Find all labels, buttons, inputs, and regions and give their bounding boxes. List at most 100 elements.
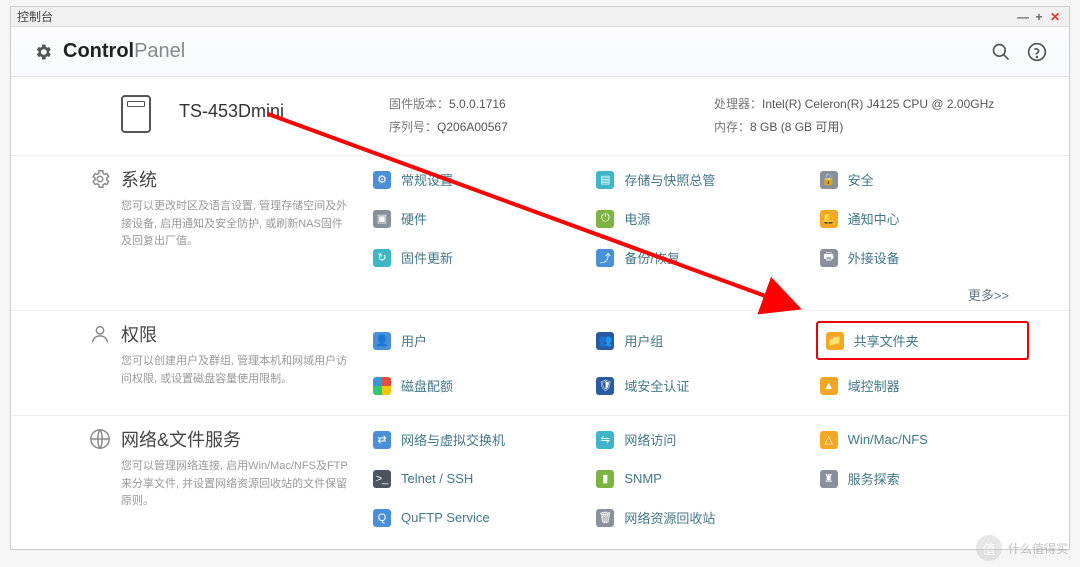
grid-item[interactable]: ⏻ 电源: [592, 205, 805, 232]
item-label: 用户: [401, 331, 427, 350]
grid-item[interactable]: ▲ 域控制器: [816, 372, 1029, 399]
mem-value: 8 GB (8 GB 可用): [750, 120, 843, 134]
grid-item[interactable]: ⤴ 备份/恢复: [592, 244, 805, 271]
item-icon: 👤: [373, 332, 391, 350]
item-label: 硬件: [401, 209, 427, 228]
grid-item[interactable]: ♜ 服务探索: [816, 465, 1029, 492]
search-icon[interactable]: [991, 42, 1011, 62]
grid-item[interactable]: 🖶外接设备: [816, 244, 1029, 271]
section-desc: 您可以管理网络连接, 启用Win/Mac/NFS及FTP来分享文件, 并设置网络…: [121, 458, 349, 511]
item-icon: [373, 377, 391, 395]
item-label: 磁盘配额: [401, 376, 453, 395]
item-label: 存储与快照总管: [624, 170, 715, 189]
item-icon: 🔒: [820, 171, 838, 189]
item-icon: ⇄: [373, 431, 391, 449]
item-icon: ⏻: [596, 210, 614, 228]
grid-item[interactable]: ⚙常规设置: [369, 166, 582, 193]
user-icon: [89, 323, 111, 345]
maximize-button[interactable]: +: [1031, 10, 1047, 24]
item-icon: >_: [373, 470, 391, 488]
section-desc: 您可以更改时区及语言设置, 管理存储空间及外接设备, 启用通知及安全防护, 或刷…: [121, 198, 349, 251]
item-label: QuFTP Service: [401, 510, 490, 525]
item-label: 域安全认证: [624, 376, 689, 395]
item-label: 服务探索: [848, 469, 900, 488]
content-area: TS-453Dmini 固件版本：5.0.0.1716 处理器：Intel(R)…: [11, 77, 1069, 549]
globe-icon: [89, 428, 111, 450]
sn-value: Q206A00567: [437, 120, 508, 134]
item-label: 网络资源回收站: [624, 508, 715, 527]
grid-item[interactable]: >_ Telnet / SSH: [369, 465, 582, 492]
window-title: 控制台: [17, 8, 53, 25]
item-icon: ⤴: [596, 249, 614, 267]
close-button[interactable]: ✕: [1047, 10, 1063, 24]
item-icon: ⇋: [596, 431, 614, 449]
item-icon: ▣: [373, 210, 391, 228]
watermark-badge-icon: 值: [976, 535, 1002, 561]
mem-label: 内存：: [714, 120, 750, 134]
section-system: 系统 您可以更改时区及语言设置, 管理存储空间及外接设备, 启用通知及安全防护,…: [11, 155, 1069, 281]
item-label: 通知中心: [848, 209, 900, 228]
item-label: 域控制器: [848, 376, 900, 395]
item-icon: 📁: [826, 332, 844, 350]
item-icon: ↻: [373, 249, 391, 267]
fw-label: 固件版本：: [389, 97, 449, 111]
section-title: 权限: [121, 321, 157, 347]
item-label: Telnet / SSH: [401, 471, 473, 486]
cpu-value: Intel(R) Celeron(R) J4125 CPU @ 2.00GHz: [762, 97, 994, 111]
grid-item[interactable]: Q QuFTP Service: [369, 504, 582, 531]
gear-icon: [33, 42, 53, 62]
grid-item[interactable]: ▣ 硬件: [369, 205, 582, 232]
item-label: 安全: [848, 170, 874, 189]
item-label: SNMP: [624, 471, 662, 486]
help-icon[interactable]: [1027, 42, 1047, 62]
item-label: 网络与虚拟交换机: [401, 430, 505, 449]
sn-label: 序列号：: [389, 120, 437, 134]
grid-item[interactable]: 🛡 域安全认证: [592, 372, 805, 399]
grid-item[interactable]: 🔔 通知中心: [816, 205, 1029, 232]
section-privilege: 权限 您可以创建用户及群组, 管理本机和网域用户访问权限, 或设置磁盘容量使用限…: [11, 310, 1069, 409]
item-icon: △: [820, 431, 838, 449]
grid-item[interactable]: 磁盘配额: [369, 372, 582, 399]
nas-icon: [121, 95, 151, 133]
gear-icon: [89, 168, 111, 190]
section-network: 网络&文件服务 您可以管理网络连接, 启用Win/Mac/NFS及FTP来分享文…: [11, 415, 1069, 541]
grid-item[interactable]: △ Win/Mac/NFS: [816, 426, 1029, 453]
more-link[interactable]: 更多>>: [11, 281, 1069, 304]
item-label: 电源: [624, 209, 650, 228]
grid-item[interactable]: ▤ 存储与快照总管: [592, 166, 805, 193]
item-icon: ▤: [596, 171, 614, 189]
grid-item[interactable]: 📁 共享文件夹: [816, 321, 1029, 360]
app-header: ControlPanel: [11, 27, 1069, 77]
grid-item[interactable]: ▮ SNMP: [592, 465, 805, 492]
grid-item[interactable]: 🗑 网络资源回收站: [592, 504, 805, 531]
grid-item[interactable]: 🔒 安全: [816, 166, 1029, 193]
item-label: Win/Mac/NFS: [848, 432, 928, 447]
section-desc: 您可以创建用户及群组, 管理本机和网域用户访问权限, 或设置磁盘容量使用限制。: [121, 353, 349, 388]
device-name: TS-453Dmini: [179, 95, 389, 135]
item-icon: 🗑: [596, 509, 614, 527]
minimize-button[interactable]: —: [1015, 10, 1031, 24]
item-icon: 🔔: [820, 210, 838, 228]
item-icon: 🛡: [596, 377, 614, 395]
grid-item[interactable]: 👥用户组: [592, 321, 805, 360]
device-info: TS-453Dmini 固件版本：5.0.0.1716 处理器：Intel(R)…: [11, 77, 1069, 149]
item-icon: ▲: [820, 377, 838, 395]
section-title: 系统: [121, 166, 157, 192]
item-icon: ▮: [596, 470, 614, 488]
title-bar: 控制台 — + ✕: [11, 7, 1069, 27]
grid-item[interactable]: ↻ 固件更新: [369, 244, 582, 271]
grid-item[interactable]: ⇋网络访问: [592, 426, 805, 453]
item-label: 备份/恢复: [624, 248, 680, 267]
item-icon: ⚙: [373, 171, 391, 189]
item-label: 共享文件夹: [854, 331, 919, 350]
item-icon: Q: [373, 509, 391, 527]
section-title: 网络&文件服务: [121, 426, 241, 452]
grid-item[interactable]: ⇄ 网络与虚拟交换机: [369, 426, 582, 453]
item-icon: ♜: [820, 470, 838, 488]
watermark: 值 什么值得买: [976, 535, 1068, 561]
item-label: 固件更新: [401, 248, 453, 267]
item-icon: 👥: [596, 332, 614, 350]
app-title: ControlPanel: [63, 40, 185, 63]
fw-value: 5.0.0.1716: [449, 97, 506, 111]
grid-item[interactable]: 👤 用户: [369, 321, 582, 360]
